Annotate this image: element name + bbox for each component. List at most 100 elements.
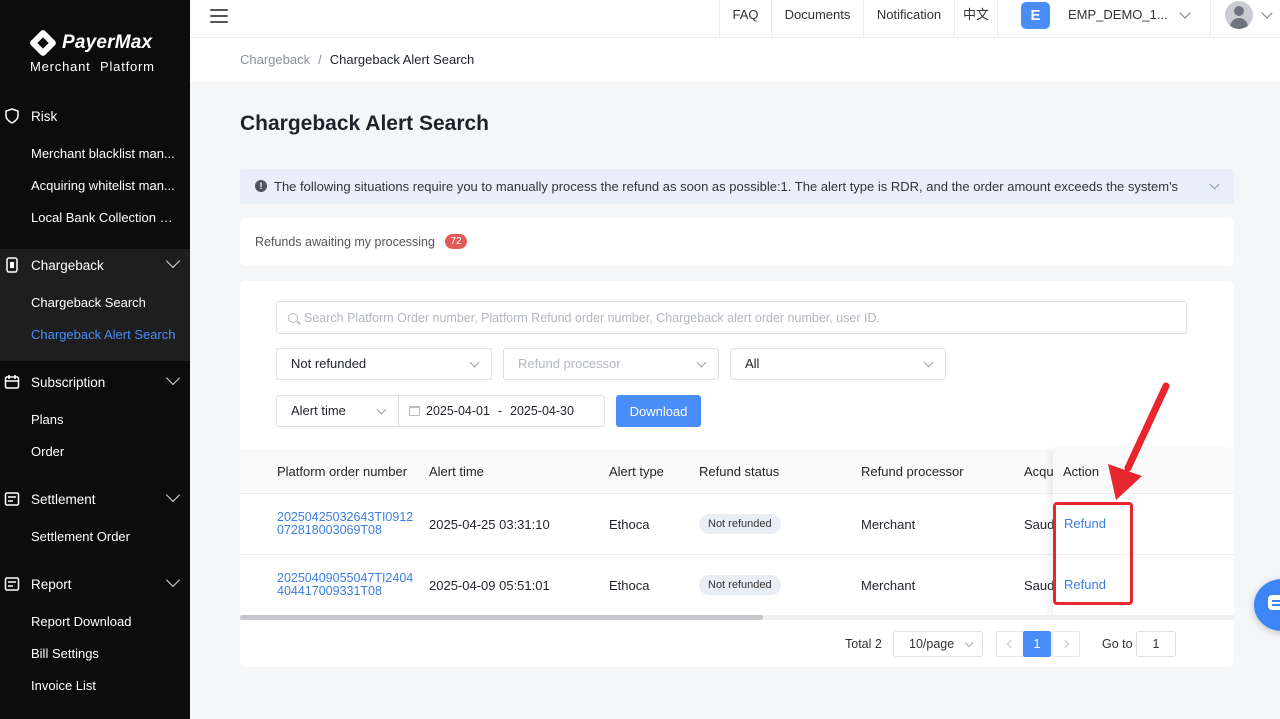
chevron-down-icon <box>165 370 181 386</box>
chevron-down-icon <box>696 357 707 368</box>
refund-status-tag: Not refunded <box>699 575 781 595</box>
account-switcher[interactable]: E EMP_DEMO_1... <box>997 0 1210 38</box>
breadcrumb-parent[interactable]: Chargeback <box>240 52 310 67</box>
order-number-link[interactable]: 20250425032643TI0912072818003069T08 <box>277 511 417 537</box>
column-header-acquirer: Acqui <box>1024 464 1057 479</box>
sidebar-item-settlement-order[interactable]: Settlement Order <box>0 521 190 553</box>
sidebar-item-bill-settings[interactable]: Bill Settings <box>0 638 190 670</box>
breadcrumb-separator: / <box>318 52 322 67</box>
goto-label: Go to <box>1102 637 1133 651</box>
page-title: Chargeback Alert Search <box>240 112 489 135</box>
sidebar-item-chargeback-alert-search[interactable]: Chargeback Alert Search <box>0 319 190 351</box>
time-type-select[interactable]: Alert time <box>276 395 399 427</box>
column-header-alert-type: Alert type <box>609 464 664 479</box>
date-separator: - <box>498 404 503 418</box>
awaiting-count-badge: 72 <box>445 234 467 249</box>
pagination-total: Total 2 <box>845 637 882 651</box>
refund-status-select[interactable]: Not refunded <box>276 348 492 380</box>
refund-processor-select[interactable]: Refund processor <box>503 348 719 380</box>
documents-link[interactable]: Documents <box>771 0 863 38</box>
sidebar-group-chargeback[interactable]: Chargeback <box>0 249 190 281</box>
chat-icon <box>1268 595 1280 610</box>
alert-type-value: All <box>745 356 760 371</box>
sidebar-item-invoice-list[interactable]: Invoice List <box>0 670 190 702</box>
refund-processor-placeholder: Refund processor <box>518 356 621 371</box>
sidebar-item-chargeback-search[interactable]: Chargeback Search <box>0 287 190 319</box>
alert-type-select[interactable]: All <box>730 348 946 380</box>
refund-button[interactable]: Refund <box>1064 516 1106 531</box>
chevron-down-icon[interactable] <box>1209 179 1220 190</box>
sidebar-item-merchant-blacklist[interactable]: Merchant blacklist man... <box>0 138 190 170</box>
chevron-down-icon <box>964 638 974 648</box>
search-box <box>276 301 1187 334</box>
phone-icon <box>6 257 18 273</box>
goto-page-input[interactable]: 1 <box>1136 631 1176 657</box>
sidebar-group-label: Chargeback <box>31 257 104 273</box>
sidebar-item-local-bank-collection[interactable]: Local Bank Collection List <box>0 202 190 234</box>
sidebar-item-report-download[interactable]: Report Download <box>0 606 190 638</box>
refund-status-value: Not refunded <box>291 356 367 371</box>
sidebar-item-order[interactable]: Order <box>0 436 190 468</box>
refund-processor-cell: Merchant <box>861 578 916 593</box>
faq-link[interactable]: FAQ <box>719 0 771 38</box>
notice-banner[interactable]: ! The following situations require you t… <box>240 169 1234 204</box>
info-icon: ! <box>255 180 267 192</box>
next-page-button[interactable] <box>1052 631 1080 657</box>
search-input[interactable] <box>304 302 1174 333</box>
date-from[interactable]: 2025-04-01 <box>426 396 490 426</box>
date-range-picker[interactable]: 2025-04-01 - 2025-04-30 <box>398 395 605 427</box>
sidebar-group-settlement[interactable]: Settlement <box>0 483 190 515</box>
refund-button[interactable]: Refund <box>1064 577 1106 592</box>
sidebar-group-risk[interactable]: Risk <box>0 100 190 132</box>
column-header-alert-time: Alert time <box>429 464 484 479</box>
download-button[interactable]: Download <box>616 395 701 427</box>
chat-button[interactable] <box>1254 579 1280 631</box>
sidebar-group-subscription[interactable]: Subscription <box>0 366 190 398</box>
notification-link[interactable]: Notification <box>863 0 954 38</box>
breadcrumb-current: Chargeback Alert Search <box>329 52 475 67</box>
language-switch[interactable]: 中文 <box>954 0 997 38</box>
sidebar-item-acquiring-whitelist[interactable]: Acquiring whitelist man... <box>0 170 190 202</box>
user-menu[interactable] <box>1210 0 1280 38</box>
action-column-header: Action <box>1053 449 1234 494</box>
notice-text: The following situations require you to … <box>274 179 1179 194</box>
sidebar-item-plans[interactable]: Plans <box>0 404 190 436</box>
breadcrumb-bar: Chargeback / Chargeback Alert Search <box>190 38 1280 82</box>
chevron-left-icon <box>1006 639 1016 649</box>
search-icon <box>288 313 298 323</box>
alert-search-card: Not refunded Refund processor All Alert … <box>240 281 1234 667</box>
account-name: EMP_DEMO_1... <box>1068 7 1168 22</box>
calendar-icon <box>409 406 420 416</box>
brand-subtitle: Merchant Platform <box>30 59 155 74</box>
chevron-down-icon <box>376 404 387 415</box>
sidebar-group-report[interactable]: Report <box>0 568 190 600</box>
account-initial-badge: E <box>1021 2 1050 29</box>
refund-processor-cell: Merchant <box>861 517 916 532</box>
horizontal-scrollbar[interactable] <box>240 615 1234 620</box>
page-size-select[interactable]: 10/page <box>893 631 983 657</box>
date-to[interactable]: 2025-04-30 <box>510 396 574 426</box>
page-size-value: 10/page <box>909 637 955 651</box>
alert-type-cell: Ethoca <box>609 578 650 593</box>
column-header-refund-processor: Refund processor <box>861 464 964 479</box>
menu-icon[interactable] <box>210 9 228 23</box>
order-number-link[interactable]: 20250409055047TI2404404417009331T08 <box>277 572 417 598</box>
prev-page-button[interactable] <box>996 631 1024 657</box>
breadcrumb: Chargeback / Chargeback Alert Search <box>240 52 474 67</box>
awaiting-refunds-card[interactable]: Refunds awaiting my processing 72 <box>240 218 1234 266</box>
payermax-logo-icon <box>30 30 56 56</box>
sidebar-group-label: Settlement <box>31 491 96 507</box>
alert-time-cell: 2025-04-25 03:31:10 <box>429 517 550 532</box>
sidebar-group-label: Subscription <box>31 374 106 390</box>
chevron-down-icon <box>1179 7 1191 19</box>
report-icon <box>4 577 20 591</box>
scrollbar-thumb[interactable] <box>240 615 763 620</box>
sidebar-group-label: Risk <box>31 108 58 124</box>
chevron-down-icon <box>165 487 181 503</box>
action-cell: Refund <box>1053 494 1234 555</box>
page-number-current[interactable]: 1 <box>1023 631 1051 657</box>
avatar-icon <box>1225 1 1253 29</box>
logo[interactable]: PayerMax Merchant Platform <box>30 30 180 74</box>
calendar-icon <box>4 375 20 389</box>
column-header-action: Action <box>1063 464 1100 479</box>
